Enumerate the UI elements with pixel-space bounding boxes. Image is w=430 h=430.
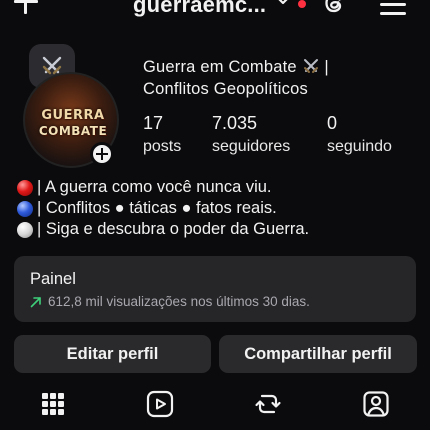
stat-followers[interactable]: 7.035 seguidores [212,112,290,160]
trend-up-arrow-icon [30,297,41,308]
blue-circle-icon [17,200,33,217]
stat-posts-label: posts [143,138,182,155]
tab-reposts[interactable] [248,386,288,422]
stat-followers-value: 7.035 [212,113,258,133]
tab-tagged[interactable] [356,386,396,422]
bio-line: | Siga e descubra o poder da Guerra. [17,219,417,240]
bio: | A guerra como você nunca viu. | Confli… [17,177,417,240]
white-circle-icon [17,221,33,238]
stat-following-label: seguindo [327,138,392,155]
crossed-swords-icon [303,59,318,73]
dashboard-title: Painel [30,270,76,288]
avatar-logo-line1: GUERRA [41,108,105,123]
bio-line: | Conflitos ● táticas ● fatos reais. [17,198,417,219]
username[interactable]: guerraemc... [133,0,266,18]
reels-icon [146,390,174,418]
share-profile-button[interactable]: Compartilhar perfil [219,335,417,373]
chevron-down-icon[interactable] [276,0,290,8]
stat-posts[interactable]: 17 posts [143,112,181,160]
dashboard-views-text: 612,8 mil visualizações nos últimos 30 d… [48,294,310,309]
red-circle-icon [17,179,33,196]
plus-icon[interactable] [12,0,40,16]
edit-profile-button[interactable]: Editar perfil [14,335,211,373]
display-name-line1: Guerra em Combate | [143,56,418,78]
content-tabs [0,384,430,430]
display-name-line1-text: Guerra em Combate [143,58,297,76]
tagged-icon [363,391,389,417]
add-story-icon[interactable] [90,142,114,166]
display-name: Guerra em Combate | Conflitos Geopolític… [143,56,418,100]
stat-followers-label: seguidores [212,138,291,155]
bio-text: | Conflitos ● táticas ● fatos reais. [37,199,277,217]
stat-following[interactable]: 0 seguindo [327,112,392,160]
display-name-line2: Conflitos Geopolíticos [143,80,308,98]
hamburger-menu-icon[interactable] [380,0,406,16]
reposts-icon [255,394,281,414]
display-name-line1-suffix: | [324,58,329,76]
bio-text: | A guerra como você nunca viu. [37,178,272,196]
tab-reels[interactable] [140,386,180,422]
bio-text: | Siga e descubra o poder da Guerra. [37,220,310,238]
professional-dashboard[interactable]: Painel 612,8 mil visualizações nos últim… [14,256,416,322]
tab-posts-grid[interactable] [33,386,73,422]
top-bar: guerraemc... [0,0,430,22]
grid-icon [42,393,64,415]
bio-line: | A guerra como você nunca viu. [17,177,417,198]
notification-dot [298,0,306,8]
stat-following-value: 0 [327,113,338,133]
dashboard-subtitle: 612,8 mil visualizações nos últimos 30 d… [30,293,400,311]
avatar-logo-line2: COMBATE [38,124,108,138]
threads-icon[interactable] [321,0,347,16]
stat-posts-value: 17 [143,113,164,133]
